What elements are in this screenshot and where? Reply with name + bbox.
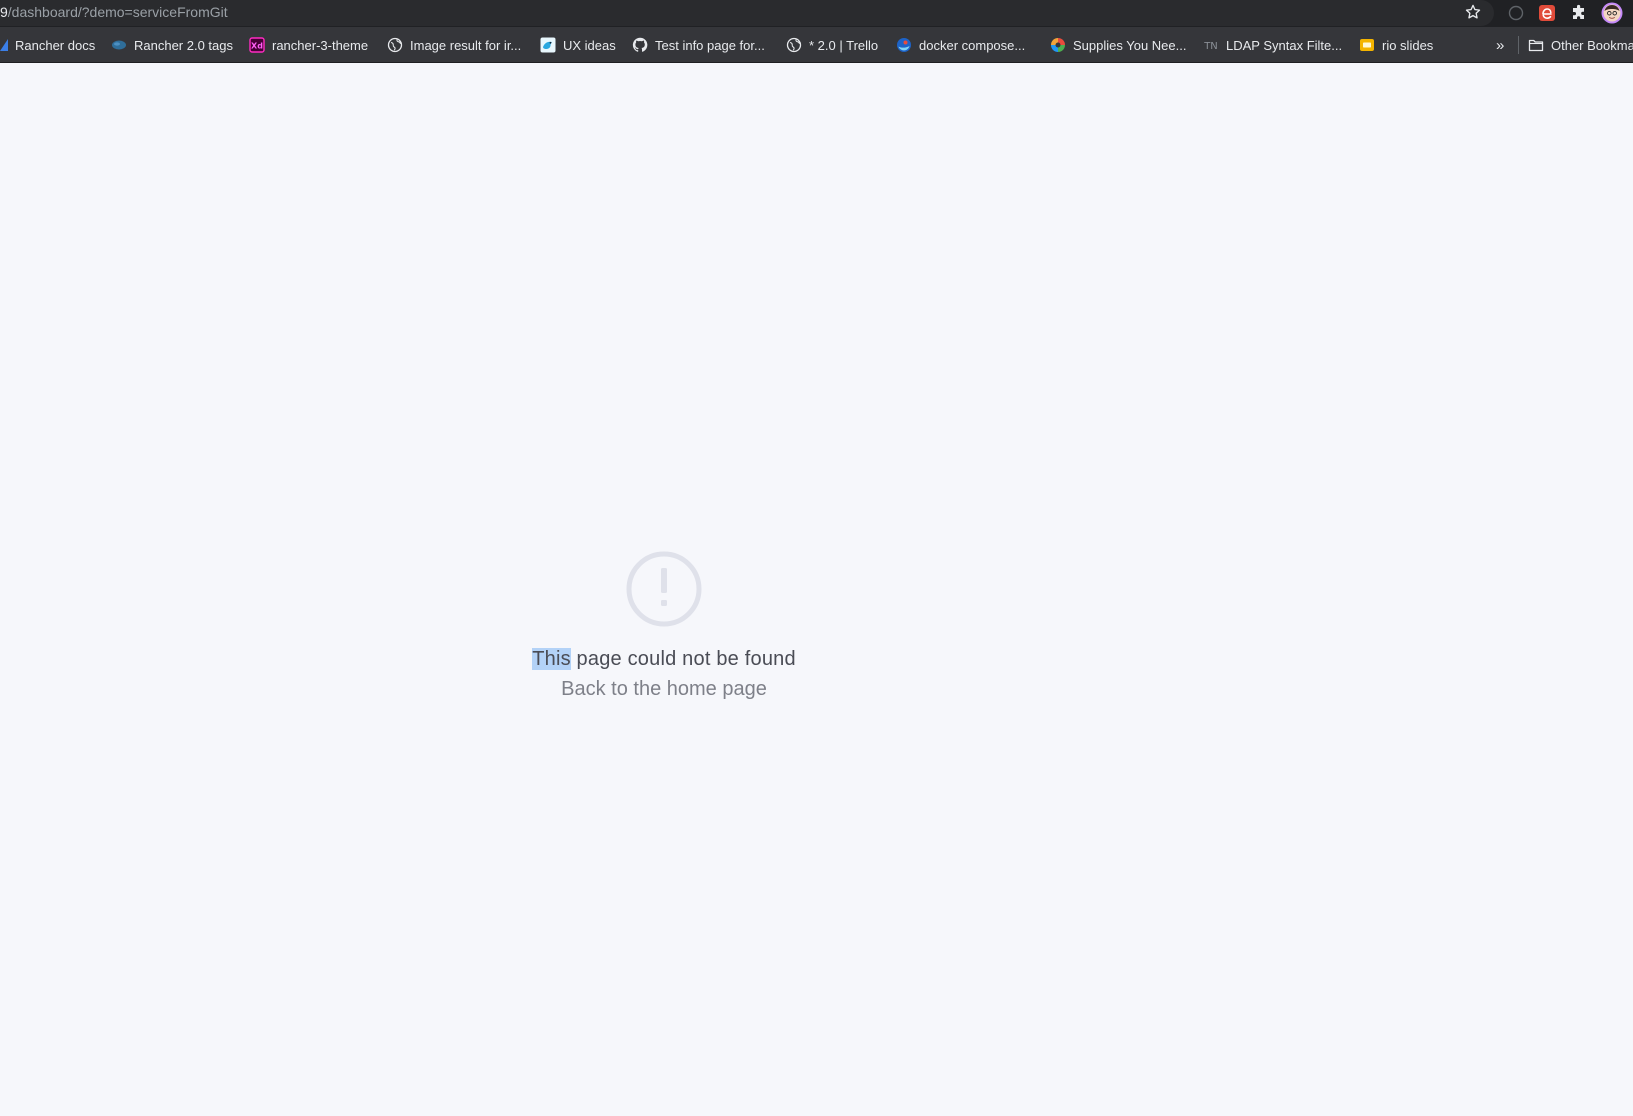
url-field[interactable]: 9/dashboard/?demo=serviceFromGit	[0, 0, 1494, 26]
puzzle-extension-icon[interactable]	[1569, 3, 1589, 23]
bookmark-ux-ideas[interactable]: UX ideas	[540, 27, 616, 63]
more-bookmarks-button[interactable]: »	[1496, 27, 1504, 63]
bookmark-label: Rancher 2.0 tags	[134, 37, 234, 53]
bookmark-rancher-docs[interactable]: Rancher docs	[0, 27, 95, 63]
back-to-home-link[interactable]: Back to the home page	[561, 678, 767, 701]
bookmark-label: Image result for ir...	[410, 37, 522, 53]
xd-icon: Xd	[249, 37, 265, 53]
error-block: This page could not be found Back to the…	[504, 550, 824, 701]
bookmarks-bar: Rancher docs Rancher 2.0 tags Xd rancher…	[0, 27, 1633, 63]
profile-avatar-icon[interactable]	[1601, 2, 1623, 24]
star-icon[interactable]	[1464, 3, 1482, 21]
circle-extension-icon[interactable]	[1506, 3, 1526, 23]
globe-icon	[387, 37, 403, 53]
bookmark-test-info-page[interactable]: Test info page for...	[632, 27, 765, 63]
bookmark-label: Supplies You Nee...	[1073, 37, 1187, 53]
bookmark-label: Other Bookmarks	[1551, 37, 1633, 53]
tn-icon: TN	[1203, 37, 1219, 53]
rancher-tag-icon	[111, 37, 127, 53]
other-bookmarks-folder[interactable]: Other Bookmarks	[1528, 27, 1633, 63]
bookmark-label: rio slides	[1382, 37, 1434, 53]
bookmark-label: Test info page for...	[655, 37, 765, 53]
page-content: This page could not be found Back to the…	[0, 63, 1633, 1116]
docker-icon	[896, 37, 912, 53]
globe-icon	[786, 37, 802, 53]
bookmark-image-result[interactable]: Image result for ir...	[387, 27, 521, 63]
browser-toolbar: 9/dashboard/?demo=serviceFromGit	[0, 0, 1633, 27]
bookmark-label: LDAP Syntax Filte...	[1226, 37, 1343, 53]
selected-text: This	[532, 648, 571, 670]
svg-text:TN: TN	[1203, 41, 1218, 52]
bookmark-label: docker compose...	[919, 37, 1026, 53]
bookmark-rancher-3-theme[interactable]: Xd rancher-3-theme	[249, 27, 368, 63]
github-icon	[632, 37, 648, 53]
bookmark-label: rancher-3-theme	[272, 37, 369, 53]
error-title-rest: page could not be found	[570, 648, 796, 670]
url-text[interactable]: 9/dashboard/?demo=serviceFromGit	[0, 4, 228, 20]
bookmark-supplies[interactable]: Supplies You Nee...	[1050, 27, 1186, 63]
bookmark-trello[interactable]: * 2.0 | Trello	[786, 27, 878, 63]
slides-icon	[1359, 37, 1375, 53]
bookmark-rancher-tags[interactable]: Rancher 2.0 tags	[111, 27, 233, 63]
folder-icon	[1528, 37, 1544, 53]
bookmark-docker-compose[interactable]: docker compose...	[896, 27, 1025, 63]
bookmark-label: Rancher docs	[15, 37, 96, 53]
svg-text:Xd: Xd	[251, 41, 263, 50]
bookmark-rio-slides[interactable]: rio slides	[1359, 27, 1433, 63]
bookmark-label: UX ideas	[563, 37, 616, 53]
ux-bird-icon	[540, 37, 556, 53]
url-host-fragment: 9	[0, 4, 8, 20]
rancher-icon	[0, 37, 8, 53]
red-extension-icon[interactable]	[1537, 3, 1557, 23]
colorful-circle-icon	[1050, 37, 1066, 53]
error-title: This page could not be found	[504, 648, 824, 671]
bookmark-ldap-syntax[interactable]: TN LDAP Syntax Filte...	[1203, 27, 1342, 63]
url-path: /dashboard/?demo=serviceFromGit	[7, 4, 228, 20]
bookmark-label: * 2.0 | Trello	[809, 37, 879, 53]
bookmarks-separator	[1518, 36, 1519, 54]
alert-circle-icon	[626, 551, 702, 627]
